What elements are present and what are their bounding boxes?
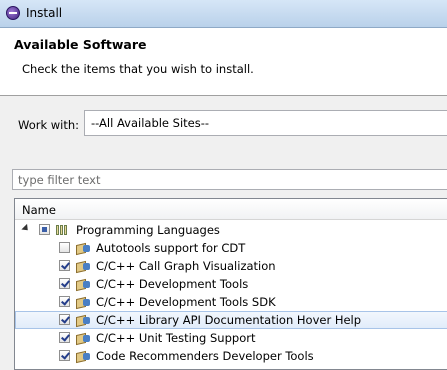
package-icon [76,295,91,310]
item-checkbox[interactable] [59,350,70,361]
name-column-label: Name [22,203,56,217]
item-label: C/C++ Call Graph Visualization [96,259,276,273]
item-label: C/C++ Development Tools [96,277,249,291]
eclipse-icon [6,6,20,20]
category-icon [56,225,70,235]
filter-input[interactable] [12,169,447,190]
package-icon [76,331,91,346]
package-icon [76,259,91,274]
item-label: C/C++ Development Tools SDK [96,295,276,309]
group-checkbox[interactable] [39,224,50,235]
page-title: Available Software [14,37,147,52]
item-checkbox[interactable] [59,278,70,289]
tree-item-row[interactable]: C/C++ Call Graph Visualization [15,257,447,275]
item-checkbox[interactable] [59,314,70,325]
item-label: Code Recommenders Developer Tools [96,349,314,363]
title-bar: Install [0,0,447,28]
expander-icon[interactable] [21,223,31,234]
package-icon [76,241,91,256]
tree-item-row[interactable]: Autotools support for CDT [15,239,447,257]
item-checkbox[interactable] [59,296,70,307]
item-checkbox[interactable] [59,242,70,253]
item-checkbox[interactable] [59,332,70,343]
tree-item-row[interactable]: C/C++ Unit Testing Support [15,329,447,347]
package-icon [76,277,91,292]
software-tree[interactable]: Name Programming Languages Autotools sup… [14,198,447,370]
tree-item-row-selected[interactable]: C/C++ Library API Documentation Hover He… [15,311,447,329]
item-label: C/C++ Unit Testing Support [96,331,256,345]
item-checkbox[interactable] [59,260,70,271]
page-description: Check the items that you wish to install… [22,62,254,76]
tree-item-row[interactable]: Code Recommenders Developer Tools [15,347,447,365]
name-column-header[interactable]: Name [15,199,447,220]
tree-item-row[interactable]: C/C++ Development Tools [15,275,447,293]
work-with-combo[interactable]: --All Available Sites-- [84,110,447,136]
header-panel: Available Software Check the items that … [0,28,447,96]
work-with-label: Work with: [18,118,80,132]
group-label: Programming Languages [76,223,220,237]
work-with-value: --All Available Sites-- [91,116,210,130]
package-icon [76,313,91,328]
package-icon [76,349,91,364]
window-title: Install [26,6,63,20]
item-label: C/C++ Library API Documentation Hover He… [96,313,362,327]
tree-item-row[interactable]: C/C++ Development Tools SDK [15,293,447,311]
tree-group-row[interactable]: Programming Languages [15,221,447,239]
item-label: Autotools support for CDT [96,241,246,255]
